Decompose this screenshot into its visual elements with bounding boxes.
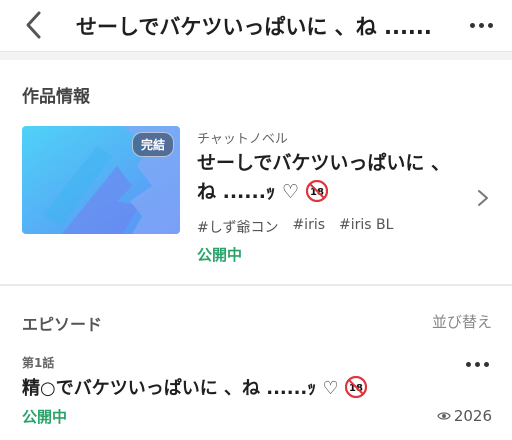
tag[interactable]: #しず爺コン xyxy=(197,217,278,237)
header-spacer xyxy=(0,52,512,60)
more-dots-icon xyxy=(466,14,496,36)
episodes-heading: エピソード xyxy=(22,315,103,334)
eye-icon xyxy=(437,412,451,420)
back-button[interactable] xyxy=(20,10,50,40)
top-bar: せーしでバケツいっぱいに 、ね ...... xyxy=(0,0,512,52)
work-info-heading: 作品情報 xyxy=(22,87,90,107)
chevron-right-icon xyxy=(478,190,488,206)
work-card[interactable]: 完結 チャットノベル せーしでバケツいっぱいに 、ね ......ｯ ♡ 18 … xyxy=(0,122,512,272)
episode-number: 第1話 xyxy=(22,356,55,370)
completed-badge: 完結 xyxy=(131,132,174,157)
section-divider xyxy=(0,284,512,286)
r18-icon: 18 xyxy=(305,180,328,202)
work-thumbnail: 完結 xyxy=(22,126,180,234)
tag[interactable]: #iris xyxy=(292,217,325,237)
work-title: せーしでバケツいっぱいに 、ね ......ｯ ♡ 18 xyxy=(197,149,457,207)
episode-status: 公開中 xyxy=(22,408,68,426)
publication-status: 公開中 xyxy=(197,246,243,264)
sort-button[interactable]: 並び替え xyxy=(432,311,492,332)
more-options-button[interactable] xyxy=(466,14,496,36)
chevron-left-icon xyxy=(26,11,41,39)
episode-title[interactable]: 精○でバケツいっぱいに 、ね ......ｯ ♡ 18 xyxy=(22,374,442,400)
more-dots-icon xyxy=(462,354,492,374)
tag[interactable]: #iris BL xyxy=(339,217,393,237)
view-count-value: 2026 xyxy=(453,407,492,425)
tag-list: #しず爺コン #iris #iris BL xyxy=(197,217,393,237)
episode-more-button[interactable] xyxy=(462,354,492,374)
view-count: 2026 xyxy=(437,407,492,425)
episode-title-text: 精○でバケツいっぱいに 、ね ......ｯ ♡ xyxy=(22,378,339,399)
page-title: せーしでバケツいっぱいに 、ね ...... xyxy=(76,15,432,39)
genre-label: チャットノベル xyxy=(197,132,288,147)
r18-icon: 18 xyxy=(344,376,367,398)
